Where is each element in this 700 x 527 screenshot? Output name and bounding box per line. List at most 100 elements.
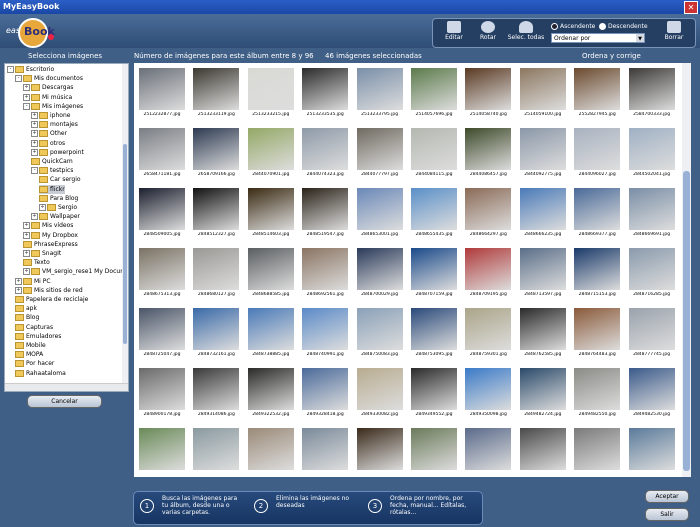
expand-icon[interactable]: + bbox=[23, 93, 30, 101]
thumbnail[interactable]: 2513233535.jpg bbox=[300, 66, 350, 124]
thumbnail[interactable]: 2849350098.jpg bbox=[463, 366, 513, 424]
tree-item[interactable]: Por hacer bbox=[15, 359, 54, 368]
tree-item[interactable]: - Escritorio bbox=[7, 65, 54, 74]
expand-icon[interactable]: + bbox=[15, 286, 22, 294]
thumbnail[interactable]: 2658471181.jpg bbox=[137, 126, 187, 184]
descending-radio[interactable]: Descendente bbox=[599, 23, 648, 30]
expand-icon[interactable]: + bbox=[31, 130, 38, 138]
tree-item[interactable]: PhraseExpress bbox=[23, 240, 78, 249]
thumbnail[interactable]: 2848664297.jpg bbox=[463, 186, 513, 244]
thumbnail[interactable]: 2844086457.jpg bbox=[463, 126, 513, 184]
thumbnail[interactable]: 2849482724.jpg bbox=[518, 366, 568, 424]
thumbnail[interactable]: 2552827945.jpg bbox=[572, 66, 622, 124]
tree-item[interactable]: + Sergio bbox=[39, 203, 77, 212]
close-icon[interactable]: ✕ bbox=[684, 1, 698, 14]
delete-button[interactable]: Borrar bbox=[657, 21, 691, 45]
tree-item[interactable]: Emuladores bbox=[15, 332, 61, 341]
thumbnail[interactable]: 2844077797.jpg bbox=[355, 126, 405, 184]
collapse-icon[interactable]: - bbox=[23, 102, 30, 110]
expand-icon[interactable]: + bbox=[39, 204, 46, 211]
thumbnail[interactable] bbox=[572, 426, 622, 477]
thumbnail[interactable]: 2514057696.jpg bbox=[409, 66, 459, 124]
expand-icon[interactable]: + bbox=[23, 268, 30, 276]
tree-item[interactable]: Blog bbox=[15, 313, 39, 322]
thumbnail[interactable]: 2513233215.jpg bbox=[246, 66, 296, 124]
thumbnail[interactable]: 2849314086.jpg bbox=[191, 366, 241, 424]
thumbnail[interactable]: 2849482550.jpg bbox=[572, 366, 622, 424]
thumbnail[interactable]: 2848750083.jpg bbox=[355, 306, 405, 364]
thumbnail[interactable]: 2848753095.jpg bbox=[409, 306, 459, 364]
collapse-icon[interactable]: - bbox=[7, 66, 14, 73]
tree-item[interactable]: Para Blog bbox=[39, 194, 78, 203]
thumbnail[interactable]: 2849349552.jpg bbox=[409, 366, 459, 424]
thumbnail[interactable]: 2848655435.jpg bbox=[409, 186, 459, 244]
tree-item[interactable]: Papelera de reciclaje bbox=[15, 295, 88, 304]
thumbnail[interactable]: 2844096027.jpg bbox=[572, 126, 622, 184]
thumbnail[interactable]: 2848725047.jpg bbox=[137, 306, 187, 364]
tree-item[interactable]: + Mi PC bbox=[15, 277, 51, 286]
rotate-button[interactable]: Rotar bbox=[471, 21, 505, 45]
chevron-down-icon[interactable]: ▼ bbox=[636, 34, 644, 42]
thumbnail[interactable] bbox=[409, 426, 459, 477]
thumbnail[interactable]: 2848512327.jpg bbox=[191, 186, 241, 244]
thumbnail[interactable]: 2848716285.jpg bbox=[627, 246, 677, 304]
expand-icon[interactable]: + bbox=[31, 121, 38, 129]
thumbnail[interactable] bbox=[627, 426, 677, 477]
edit-button[interactable]: Editar bbox=[437, 21, 471, 45]
expand-icon[interactable]: + bbox=[15, 277, 22, 285]
thumbnail[interactable]: 2849322532.jpg bbox=[246, 366, 296, 424]
tree-item[interactable]: + Other bbox=[31, 129, 67, 138]
thumbnail[interactable]: 2848653001.jpg bbox=[355, 186, 405, 244]
collapse-icon[interactable]: - bbox=[15, 75, 22, 83]
thumbnail[interactable] bbox=[355, 426, 405, 477]
thumbnail[interactable]: 2513233795.jpg bbox=[355, 66, 405, 124]
tree-item[interactable]: - Mis imágenes bbox=[23, 102, 83, 111]
thumbnail[interactable]: 2584700333.jpg bbox=[627, 66, 677, 124]
ascending-radio[interactable]: Ascendente bbox=[551, 23, 595, 30]
thumbnail[interactable]: 2848669377.jpg bbox=[572, 186, 622, 244]
thumbnail[interactable]: 2848732161.jpg bbox=[191, 306, 241, 364]
thumbnail[interactable]: 2848666235.jpg bbox=[518, 186, 568, 244]
cancel-button[interactable]: Cancelar bbox=[27, 395, 102, 408]
expand-icon[interactable]: + bbox=[23, 231, 30, 239]
tree-horizontal-scrollbar[interactable] bbox=[5, 383, 128, 391]
tree-item[interactable]: Rahaataloma bbox=[15, 369, 66, 378]
thumbnail[interactable]: 2848700029.jpg bbox=[355, 246, 405, 304]
tree-item[interactable]: + iphone bbox=[31, 111, 70, 120]
thumbnail[interactable]: 2848777745.jpg bbox=[627, 306, 677, 364]
tree-scroll-thumb[interactable] bbox=[123, 144, 127, 344]
tree-item[interactable]: QuickCam bbox=[31, 157, 73, 166]
folder-tree[interactable]: Rahaataloma Por hacer MOPA Mobile Emuladores… bbox=[4, 63, 129, 392]
thumbnail[interactable]: 2849330082.jpg bbox=[355, 366, 405, 424]
thumbnail[interactable] bbox=[300, 426, 350, 477]
thumbnail[interactable] bbox=[518, 426, 568, 477]
tree-item[interactable]: + otros bbox=[31, 139, 65, 148]
expand-icon[interactable]: + bbox=[31, 139, 38, 147]
collapse-icon[interactable]: - bbox=[31, 167, 38, 175]
thumbnail[interactable]: 2514058740.jpg bbox=[463, 66, 513, 124]
tree-item[interactable]: + Descargas bbox=[23, 83, 73, 92]
thumbnail[interactable]: 2844074323.jpg bbox=[300, 126, 350, 184]
tree-item[interactable]: + Mi música bbox=[23, 93, 72, 102]
tree-item[interactable]: + My Dropbox bbox=[23, 231, 78, 240]
thumbnail[interactable] bbox=[137, 426, 187, 477]
thumbnail[interactable]: 2848688585.jpg bbox=[246, 246, 296, 304]
thumbnail[interactable]: 2848759301.jpg bbox=[463, 306, 513, 364]
thumbnail[interactable]: 2848709195.jpg bbox=[463, 246, 513, 304]
tree-item[interactable]: - Mis documentos bbox=[15, 74, 83, 83]
tree-item[interactable]: + SnagIt bbox=[23, 249, 61, 258]
tree-item[interactable]: apk bbox=[15, 304, 37, 313]
expand-icon[interactable]: + bbox=[23, 84, 30, 92]
tree-scrollbar[interactable] bbox=[122, 64, 128, 384]
tree-item[interactable]: + VM_sergio_rese1 My Documents bbox=[23, 267, 128, 276]
exit-button[interactable]: Salir bbox=[645, 508, 689, 521]
tree-item[interactable]: flickr bbox=[39, 184, 65, 194]
sort-select[interactable]: Ordenar por ▼ bbox=[551, 33, 645, 43]
expand-icon[interactable]: + bbox=[23, 250, 30, 257]
thumbnail[interactable]: 2844070901.jpg bbox=[246, 126, 296, 184]
thumbnail[interactable]: 2849482530.jpg bbox=[627, 366, 677, 424]
expand-icon[interactable]: + bbox=[31, 148, 38, 156]
grid-scrollbar[interactable] bbox=[682, 63, 691, 477]
thumbnail[interactable]: 2514059100.jpg bbox=[518, 66, 568, 124]
expand-icon[interactable]: + bbox=[31, 112, 38, 119]
